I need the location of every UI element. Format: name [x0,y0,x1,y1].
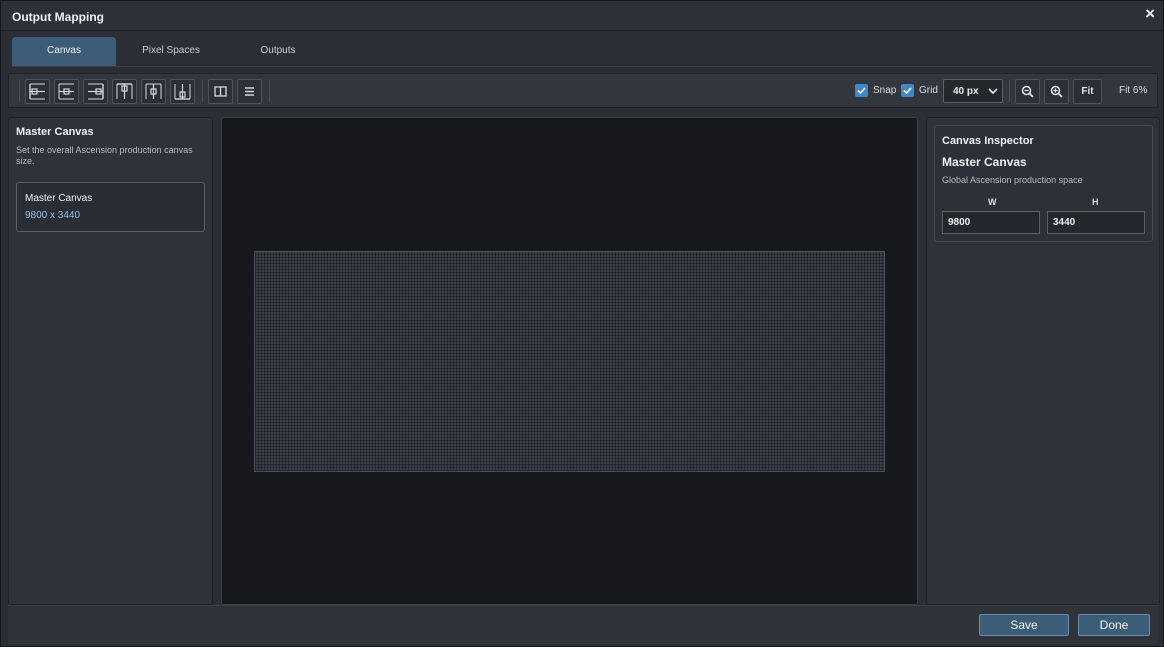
inspector-panel: Canvas Inspector Master Canvas Global As… [926,117,1160,605]
master-canvas-area[interactable] [254,251,885,472]
toolbar: Snap Grid 40 px Fit Fit 6% [8,73,1158,108]
align-center-horizontal-button[interactable] [54,79,79,104]
list-view-button[interactable] [237,79,262,104]
align-left-button[interactable] [25,79,50,104]
check-icon [903,87,912,95]
align-top-icon [116,83,133,99]
output-mapping-dialog: Output Mapping × Canvas Pixel Spaces Out… [0,0,1164,647]
canvas-inspector: Canvas Inspector Master Canvas Global As… [934,125,1153,242]
align-center-vertical-button[interactable] [141,79,166,104]
grid-size-select[interactable]: 40 px [943,79,1003,103]
grid-checkbox[interactable] [901,84,914,97]
width-label: W [988,197,997,207]
align-bottom-button[interactable] [170,79,195,104]
check-icon [857,87,866,95]
tab-pixel-spaces[interactable]: Pixel Spaces [116,37,226,66]
toolbar-divider [269,80,270,102]
zoom-out-button[interactable] [1015,79,1040,104]
tab-canvas[interactable]: Canvas [12,37,116,66]
snap-label: Snap [873,85,897,96]
split-view-icon [214,86,227,97]
grid-size-value: 40 px [953,86,979,97]
list-view-icon [245,87,254,96]
grid-label: Grid [919,85,938,96]
height-label: H [1092,197,1099,207]
zoom-in-button[interactable] [1044,79,1069,104]
canvas-viewport[interactable] [221,117,918,605]
inspector-title: Canvas Inspector [942,135,1034,147]
zoom-out-icon [1021,85,1034,98]
zoom-readout: Fit 6% [1119,85,1148,96]
close-icon[interactable]: × [1145,4,1155,24]
save-button[interactable]: Save [979,614,1069,636]
align-top-button[interactable] [112,79,137,104]
toolbar-divider [19,80,20,102]
snap-checkbox[interactable] [855,84,868,97]
inspector-description: Global Ascension production space [942,175,1083,185]
tab-outputs[interactable]: Outputs [226,37,330,66]
align-right-button[interactable] [83,79,108,104]
tab-bar: Canvas Pixel Spaces Outputs [12,37,1152,67]
title-bar: Output Mapping × [1,1,1163,31]
zoom-in-icon [1050,85,1063,98]
panel-description: Set the overall Ascension production can… [16,145,193,166]
canvas-list-panel: Master Canvas Set the overall Ascension … [8,117,213,605]
width-input[interactable] [942,211,1040,234]
canvas-card-size: 9800 x 3440 [25,210,81,221]
toolbar-divider [1009,80,1010,102]
align-right-icon [88,83,104,100]
fit-button[interactable]: Fit [1073,79,1102,104]
toolbar-divider [202,80,203,102]
align-center-vertical-icon [145,83,162,99]
chevron-down-icon [988,88,998,95]
inspector-canvas-name: Master Canvas [942,155,1027,169]
align-center-horizontal-icon [58,83,74,100]
window-title: Output Mapping [12,10,104,24]
master-canvas-card[interactable]: Master Canvas 9800 x 3440 [16,182,205,232]
split-view-button[interactable] [208,79,233,104]
dialog-footer: Save Done [8,605,1158,644]
done-button[interactable]: Done [1078,614,1150,636]
align-left-icon [29,83,45,100]
height-input[interactable] [1047,211,1145,234]
canvas-card-name: Master Canvas [25,193,93,204]
align-bottom-icon [174,84,191,100]
panel-title: Master Canvas [16,126,94,138]
